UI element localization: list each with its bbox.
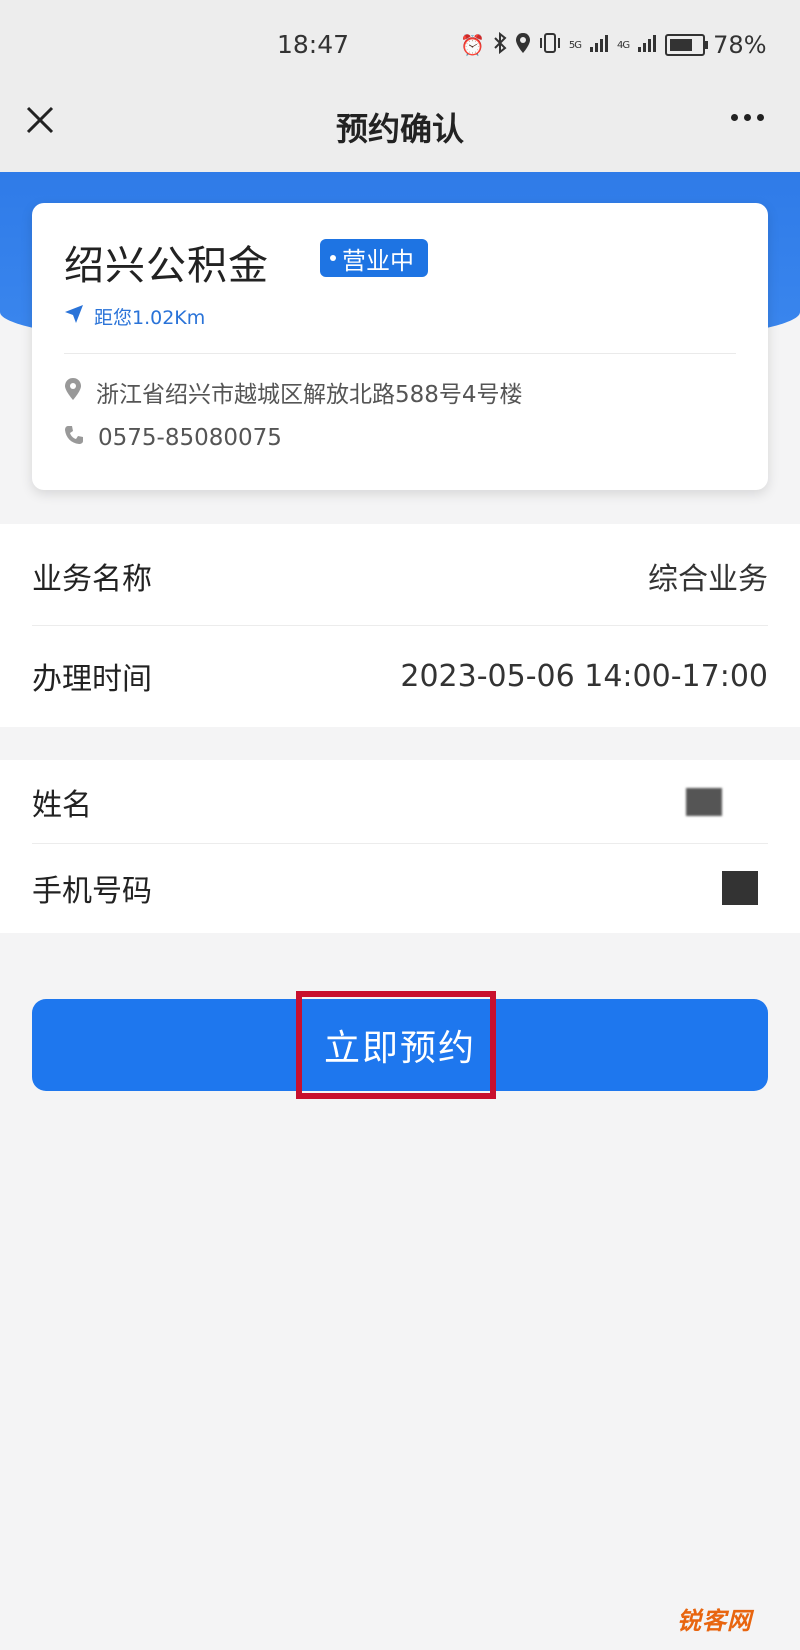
name-value-redacted (686, 788, 722, 816)
office-address: 浙江省绍兴市越城区解放北路588号4号楼 (96, 382, 523, 408)
location-icon (515, 32, 531, 59)
user-info-panel: 姓名 手机号码 (0, 760, 800, 933)
service-time-row: 办理时间 2023-05-06 14:00-17:00 (32, 654, 768, 698)
network-label-1: 5G (568, 39, 582, 51)
phone-row[interactable]: 0575-85080075 (64, 425, 282, 451)
service-name-row: 业务名称 综合业务 (32, 554, 768, 598)
phone-number-value-redacted (722, 871, 758, 905)
location-pin-icon (64, 377, 82, 407)
office-phone[interactable]: 0575-85080075 (98, 425, 282, 451)
status-bar: 18:47 ⏰ 5G 4G 78% (0, 0, 800, 92)
signal-icon (589, 33, 609, 58)
watermark: 锐客网 (677, 1607, 752, 1635)
network-label-2: 4G (617, 39, 630, 51)
battery-fill (670, 39, 692, 51)
status-icons: ⏰ 5G 4G 78% (460, 31, 767, 59)
more-icon[interactable] (731, 114, 764, 121)
more-dot (744, 114, 751, 121)
distance-text: 距您1.02Km (94, 307, 206, 329)
status-badge-label: 营业中 (342, 246, 414, 275)
status-dot (330, 255, 336, 261)
alarm-icon: ⏰ (460, 33, 485, 57)
service-name-label: 业务名称 (32, 562, 152, 597)
battery-percent: 78% (713, 31, 767, 59)
battery-icon (665, 34, 709, 56)
bluetooth-icon (493, 31, 507, 59)
vibrate-icon (539, 32, 561, 59)
distance-info: 距您1.02Km (64, 303, 205, 330)
navigation-arrow-icon (64, 304, 84, 329)
service-name-value: 综合业务 (648, 562, 768, 597)
row-divider (32, 843, 768, 844)
more-dot (757, 114, 764, 121)
phone-number-row: 手机号码 (32, 866, 768, 910)
office-card: 绍兴公积金 营业中 距您1.02Km 浙江省绍兴市越城区解放北路588号4号楼 … (32, 203, 768, 490)
booking-details-panel: 业务名称 综合业务 办理时间 2023-05-06 14:00-17:00 (0, 524, 800, 727)
card-divider (64, 353, 736, 354)
book-now-button[interactable]: 立即预约 (32, 999, 768, 1091)
row-divider (32, 625, 768, 626)
name-row: 姓名 (32, 780, 768, 824)
service-time-value: 2023-05-06 14:00-17:00 (400, 658, 768, 694)
status-badge: 营业中 (320, 239, 428, 277)
service-time-label: 办理时间 (32, 662, 152, 697)
name-label: 姓名 (32, 788, 92, 823)
address-row: 浙江省绍兴市越城区解放北路588号4号楼 (64, 375, 523, 409)
phone-number-label: 手机号码 (32, 874, 152, 909)
phone-icon (64, 425, 84, 451)
office-name: 绍兴公积金 (64, 243, 269, 289)
nav-bar: 预约确认 (0, 92, 800, 172)
signal-icon (637, 33, 657, 58)
status-time: 18:47 (277, 30, 350, 59)
book-now-label: 立即预约 (323, 1028, 476, 1069)
page-title: 预约确认 (335, 110, 464, 148)
more-dot (731, 114, 738, 121)
